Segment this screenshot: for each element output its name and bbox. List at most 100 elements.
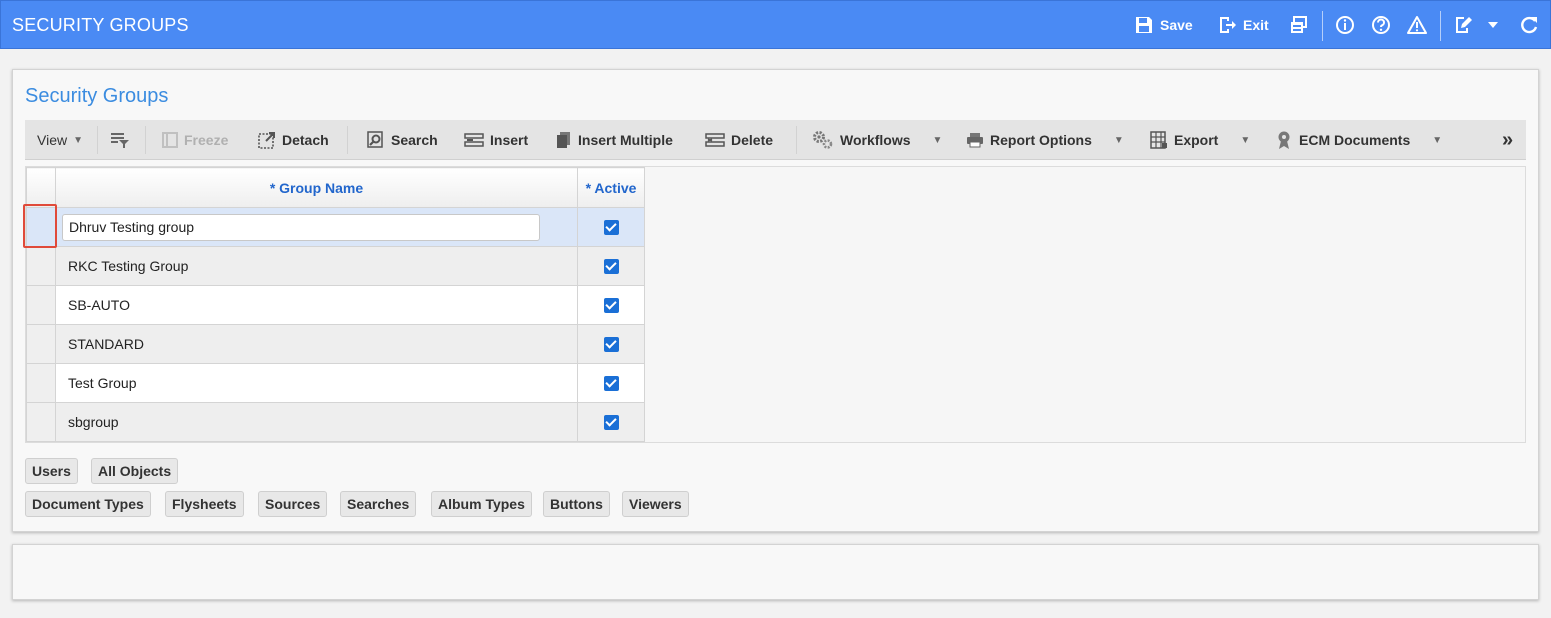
save-icon [1136,17,1152,33]
workflows-menu[interactable]: Workflows ▼ [812,120,942,160]
active-cell[interactable] [577,402,645,442]
export-menu[interactable]: Export ▼ [1150,120,1250,160]
chevron-down-icon: ▼ [1240,134,1251,146]
group-name-cell[interactable]: STANDARD [55,324,578,364]
active-checkbox[interactable] [603,376,619,392]
ecm-documents-menu[interactable]: ECM Documents ▼ [1275,120,1442,160]
chevron-down-icon: ▼ [1432,134,1443,146]
active-checkbox[interactable] [603,259,619,275]
delete-button[interactable]: Delete [705,120,773,160]
album-types-button[interactable]: Album Types [431,491,532,517]
insert-button[interactable]: Insert [464,120,528,160]
more-tools-button[interactable]: » [1502,120,1513,160]
double-chevron-right-icon: » [1502,128,1514,151]
active-checkbox[interactable] [603,298,619,314]
column-header-group-name[interactable]: * Group Name [55,167,578,208]
help-icon[interactable] [1370,14,1392,36]
groups-table: * Group Name * Active RKC Testing Group [26,167,645,442]
security-groups-grid: * Group Name * Active RKC Testing Group [25,166,1526,443]
delete-row-icon [705,133,725,147]
delete-label: Delete [731,132,774,148]
insert-row-icon [464,133,484,147]
freeze-label: Freeze [184,132,229,148]
row-selector[interactable] [26,363,56,403]
grid-toolbar: View ▼ Freeze Detach Search Insert Inser… [25,120,1526,160]
insert-multiple-label: Insert Multiple [578,132,673,148]
active-cell[interactable] [577,363,645,403]
security-groups-panel: Security Groups View ▼ Freeze Detach Sea… [12,69,1539,532]
active-checkbox[interactable] [603,220,619,236]
save-label: Save [1160,17,1193,33]
export-label: Export [1174,132,1219,148]
toolbar-divider [145,126,146,154]
group-name-cell[interactable]: sbgroup [55,402,578,442]
warning-icon[interactable] [1406,14,1428,36]
exit-icon [1220,17,1236,33]
group-name-cell[interactable]: SB-AUTO [55,285,578,325]
edit-icon[interactable] [1452,14,1474,36]
active-cell[interactable] [577,207,645,247]
detach-button[interactable]: Detach [258,120,329,160]
table-row[interactable]: sbgroup [26,402,645,442]
chevron-down-icon: ▼ [1113,134,1124,146]
print-icon[interactable] [1288,14,1310,36]
active-checkbox[interactable] [603,415,619,431]
row-selector[interactable] [26,246,56,286]
chevron-down-icon: ▼ [932,134,943,146]
ecm-documents-icon [1278,131,1290,149]
active-checkbox[interactable] [603,337,619,353]
insert-multiple-button[interactable]: Insert Multiple [556,120,673,160]
buttons-button[interactable]: Buttons [543,491,610,517]
insert-multiple-icon [557,132,570,148]
exit-label: Exit [1243,17,1269,33]
viewers-button[interactable]: Viewers [622,491,689,517]
report-options-menu[interactable]: Report Options ▼ [966,120,1124,160]
toolbar-divider [97,126,98,154]
toolbar-divider [796,126,797,154]
group-name-cell[interactable]: Test Group [55,363,578,403]
view-menu[interactable]: View ▼ [37,120,83,160]
info-icon[interactable] [1334,14,1356,36]
row-selector[interactable] [26,324,56,364]
chevron-down-icon[interactable] [1482,14,1504,36]
toolbar-divider [347,126,348,154]
group-name-cell[interactable] [55,207,578,247]
detach-icon [258,132,275,149]
searches-button[interactable]: Searches [340,491,417,517]
exit-button[interactable]: Exit [1217,14,1269,36]
document-types-button[interactable]: Document Types [25,491,151,517]
view-label: View [37,132,68,148]
active-cell[interactable] [577,285,645,325]
app-header: SECURITY GROUPS Save Exit [0,0,1551,49]
flysheets-button[interactable]: Flysheets [165,491,244,517]
workflows-label: Workflows [840,132,911,148]
row-selector[interactable] [26,402,56,442]
save-button[interactable]: Save [1134,14,1193,36]
filter-icon [111,133,129,148]
table-row[interactable]: SB-AUTO [26,285,645,325]
sources-button[interactable]: Sources [258,491,328,517]
table-row[interactable]: RKC Testing Group [26,246,645,286]
refresh-icon[interactable] [1518,14,1540,36]
row-selector-highlight [23,204,57,248]
table-header-row: * Group Name * Active [26,167,645,208]
group-name-input[interactable] [62,213,540,241]
search-button[interactable]: Search [367,120,438,160]
header-divider [1440,11,1441,41]
active-cell[interactable] [577,246,645,286]
insert-label: Insert [490,132,529,148]
chevron-down-icon: ▼ [73,134,83,146]
all-objects-button[interactable]: All Objects [91,458,179,484]
filter-button[interactable] [110,120,130,160]
freeze-button[interactable]: Freeze [162,120,228,160]
table-row[interactable]: STANDARD [26,324,645,364]
print-icon [967,133,983,148]
group-name-cell[interactable]: RKC Testing Group [55,246,578,286]
table-row[interactable]: Test Group [26,363,645,403]
row-selector[interactable] [26,285,56,325]
search-label: Search [391,132,438,148]
users-button[interactable]: Users [25,458,78,484]
active-cell[interactable] [577,324,645,364]
column-header-active[interactable]: * Active [577,167,645,208]
table-row[interactable] [26,207,645,247]
